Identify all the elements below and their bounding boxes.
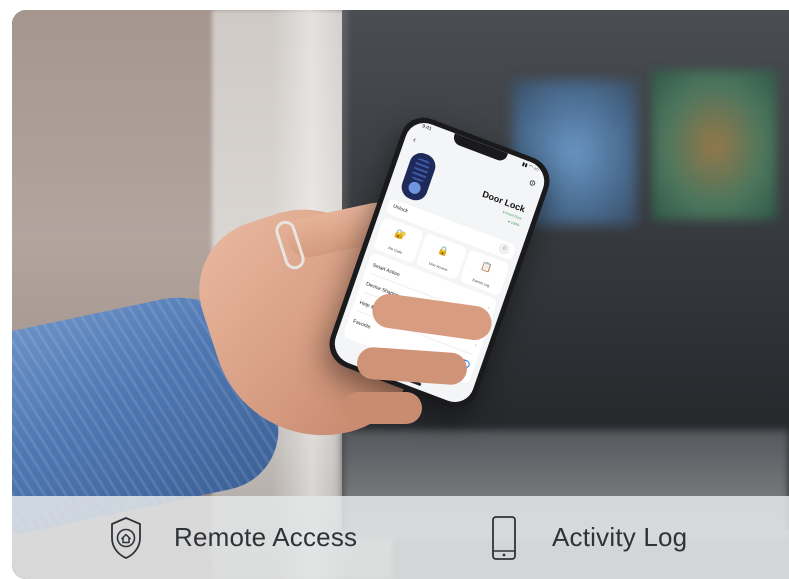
status-icons: ▮▮ ◠ ▭ (521, 161, 540, 174)
keypad-icon (410, 157, 431, 183)
feature-label-activity-log: Activity Log (552, 522, 688, 552)
pin-code-icon: 🔐 (393, 227, 408, 242)
events-log-icon: 📋 (479, 260, 494, 274)
unlock-icon[interactable]: ⌂ (497, 241, 512, 257)
menu-label: Favorite (352, 318, 372, 331)
unlock-label: Unlock (392, 203, 409, 215)
user-access-icon: 🔒 (436, 244, 451, 258)
chevron-right-icon: › (473, 342, 478, 349)
gear-icon[interactable]: ⚙ (527, 178, 537, 189)
hero-image: 9:41 ▮▮ ◠ ▭ ‹ ⚙ Door Lock ● Front Door ●… (12, 10, 789, 579)
device-battery: ● 100% (507, 219, 520, 228)
chevron-right-icon: › (486, 305, 491, 312)
feature-bar: Remote Access Activity Log (12, 496, 789, 579)
tv-screen-green (652, 70, 777, 220)
door-lock-image (398, 149, 439, 204)
feature-remote-access: Remote Access (108, 496, 357, 579)
shield-home-icon (111, 516, 141, 559)
back-icon[interactable]: ‹ (412, 135, 417, 144)
feature-activity-log: Activity Log (486, 496, 687, 579)
lock-knob-icon (406, 180, 423, 196)
feature-label-remote-access: Remote Access (174, 522, 358, 552)
status-time: 9:41 (421, 123, 433, 133)
menu-label: Smart Action (371, 262, 401, 279)
smartphone-icon (492, 515, 516, 560)
finger (342, 392, 422, 424)
